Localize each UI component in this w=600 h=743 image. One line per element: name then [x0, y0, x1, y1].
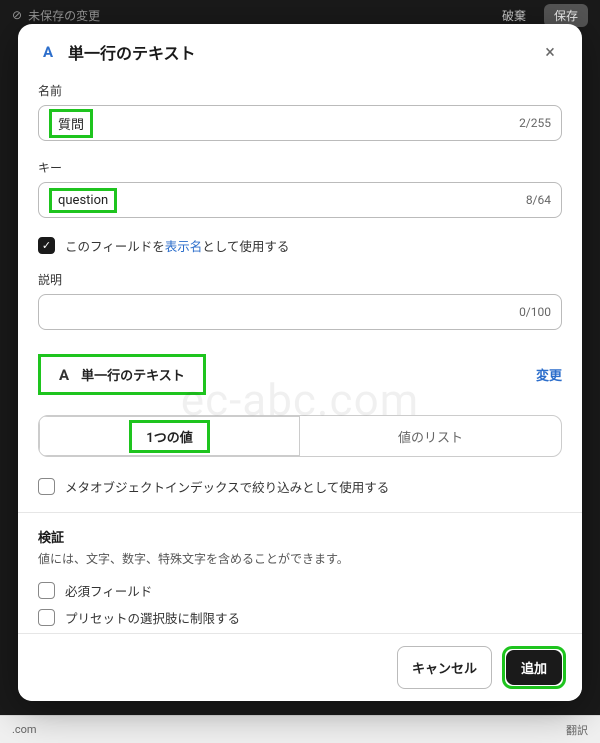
bottom-left-text: .com [12, 723, 37, 736]
unsaved-text: 未保存の変更 [28, 7, 100, 24]
close-icon[interactable]: × [538, 40, 562, 64]
field-type-badge: A 単一行のテキスト [47, 359, 197, 390]
required-label: 必須フィールド [65, 581, 152, 600]
key-counter: 8/64 [526, 193, 551, 207]
checkbox-unchecked-icon[interactable] [38, 582, 55, 599]
key-input[interactable]: question 8/64 [38, 182, 562, 218]
index-checkbox-row[interactable]: メタオブジェクトインデックスで絞り込みとして使用する [38, 477, 562, 496]
change-type-link[interactable]: 変更 [536, 365, 562, 384]
name-label: 名前 [38, 82, 562, 99]
preset-checkbox-row[interactable]: プリセットの選択肢に制限する [38, 608, 562, 627]
display-name-link[interactable]: 表示名 [165, 240, 203, 255]
cancel-button[interactable]: キャンセル [397, 646, 492, 689]
key-value: question [58, 193, 108, 208]
checkbox-unchecked-icon[interactable] [38, 478, 55, 495]
add-button[interactable]: 追加 [506, 650, 562, 685]
display-name-checkbox-row[interactable]: ✓ このフィールドを表示名として使用する [38, 236, 562, 255]
segment-list-label: 値のリスト [398, 427, 463, 446]
index-checkbox-label: メタオブジェクトインデックスで絞り込みとして使用する [65, 477, 389, 496]
segment-single-label: 1つの値 [146, 431, 192, 446]
name-counter: 2/255 [519, 116, 551, 130]
description-input[interactable]: 0/100 [38, 294, 562, 330]
text-type-icon: A [38, 42, 58, 62]
divider [18, 512, 582, 513]
checkbox-unchecked-icon[interactable] [38, 609, 55, 626]
field-modal: A 単一行のテキスト × 名前 質問 2/255 キー question 8/6… [18, 24, 582, 701]
field-type-name: 単一行のテキスト [81, 365, 185, 384]
modal-footer: キャンセル 追加 [18, 633, 582, 701]
modal-title: 単一行のテキスト [68, 40, 528, 64]
warning-icon: ⊘ [12, 8, 22, 22]
segment-list-value[interactable]: 値のリスト [300, 416, 561, 456]
cardinality-segment: 1つの値 値のリスト [38, 415, 562, 457]
required-checkbox-row[interactable]: 必須フィールド [38, 581, 562, 600]
key-label: キー [38, 159, 562, 176]
modal-header: A 単一行のテキスト × [18, 24, 582, 78]
bottom-strip: .com 翻訳 [0, 715, 600, 743]
display-name-post: として使用する [202, 240, 289, 255]
checkbox-checked-icon[interactable]: ✓ [38, 237, 55, 254]
display-name-pre: このフィールドを [65, 240, 165, 255]
bottom-right-text: 翻訳 [566, 722, 588, 738]
validation-title: 検証 [38, 527, 562, 546]
segment-single-value[interactable]: 1つの値 [39, 416, 300, 456]
preset-label: プリセットの選択肢に制限する [65, 608, 240, 627]
description-label: 説明 [38, 271, 562, 288]
modal-body: 名前 質問 2/255 キー question 8/64 ✓ このフィールドを表… [18, 78, 582, 633]
text-type-icon: A [59, 366, 69, 384]
description-counter: 0/100 [519, 305, 551, 319]
name-input[interactable]: 質問 2/255 [38, 105, 562, 141]
name-value: 質問 [58, 118, 84, 133]
validation-subtitle: 値には、文字、数字、特殊文字を含めることができます。 [38, 550, 562, 567]
